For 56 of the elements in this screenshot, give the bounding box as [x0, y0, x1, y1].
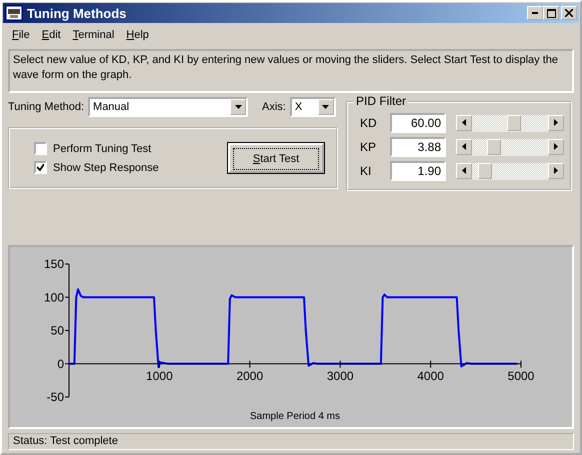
menu-item[interactable]: File: [6, 28, 36, 40]
menu-item[interactable]: Terminal: [66, 28, 120, 40]
axis-label: Axis:: [262, 101, 286, 113]
left-arrow-icon: [462, 119, 466, 126]
left-arrow-icon: [462, 167, 466, 174]
tuning-method-label: Tuning Method:: [8, 101, 84, 113]
pid-filter-title: PID Filter: [354, 94, 408, 108]
right-arrow-icon: [554, 167, 558, 174]
y-tick-label: 50: [50, 324, 64, 338]
maximize-button[interactable]: [543, 6, 559, 20]
window-title: Tuning Methods: [27, 6, 128, 20]
start-test-button[interactable]: Start Test: [228, 143, 324, 173]
param-input[interactable]: 1.90: [390, 161, 446, 181]
check-icon: [37, 164, 44, 171]
x-tick-label: 5000: [508, 368, 534, 383]
left-arrow-icon: [462, 143, 466, 150]
slider-thumb[interactable]: [478, 162, 492, 178]
param-slider[interactable]: [456, 162, 564, 180]
x-tick-label: 4000: [417, 368, 444, 383]
tuning-method-dropdown[interactable]: Manual: [88, 97, 248, 117]
checkbox[interactable]: [34, 161, 47, 174]
right-arrow-icon: [554, 143, 558, 150]
x-tick-label: 1000: [146, 368, 173, 383]
y-tick-label: -50: [46, 390, 64, 404]
x-axis-label: Sample Period 4 ms: [250, 411, 340, 422]
menu-item[interactable]: Edit: [36, 28, 67, 40]
param-label: KI: [359, 164, 372, 178]
right-arrow-icon: [554, 119, 558, 126]
param-label: KD: [359, 116, 378, 130]
y-tick-label: 100: [44, 290, 64, 304]
checkbox[interactable]: [34, 142, 47, 155]
app-icon: [5, 5, 23, 21]
close-button[interactable]: [561, 6, 577, 20]
param-input[interactable]: 3.88: [390, 137, 446, 157]
slider-thumb[interactable]: [507, 114, 522, 130]
dropdown-arrow-icon: [322, 105, 330, 109]
param-input[interactable]: 60.00: [390, 113, 446, 133]
y-tick-label: 0: [57, 356, 64, 371]
instructions-text: Select new value of KD, KP, and KI by entering new values or moving the sliders. Select Start Test to display the wave form on the graph.: [8, 49, 574, 93]
menu-item[interactable]: Help: [120, 28, 155, 40]
minimize-button[interactable]: [527, 6, 543, 20]
status-bar: Status: Test complete: [8, 433, 574, 450]
close-icon: [565, 9, 573, 17]
x-tick-label: 3000: [326, 368, 354, 383]
y-tick-label: 150: [44, 257, 64, 271]
dropdown-arrow-icon: [234, 105, 242, 109]
maximize-icon: [546, 8, 556, 18]
param-slider[interactable]: [456, 114, 564, 132]
checkbox-label: Show Step Response: [53, 162, 159, 174]
checkbox-label: Perform Tuning Test: [53, 142, 152, 154]
x-tick-label: 2000: [236, 368, 264, 383]
param-slider[interactable]: [456, 138, 564, 156]
slider-thumb[interactable]: [486, 138, 501, 154]
param-label: KP: [359, 140, 378, 154]
minimize-icon: [532, 12, 538, 14]
axis-dropdown[interactable]: X: [290, 97, 336, 117]
